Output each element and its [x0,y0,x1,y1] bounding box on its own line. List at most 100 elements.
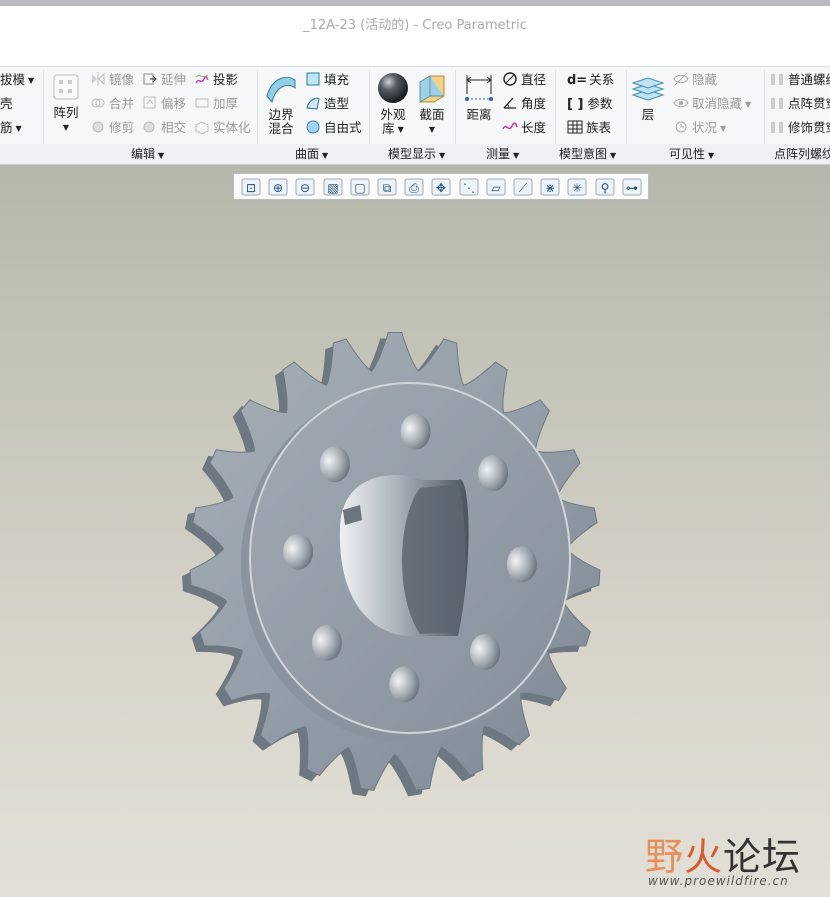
group-visibility[interactable]: 可见性 ▼ [669,146,714,162]
mirror-button[interactable]: 镜像 [90,70,134,90]
parameters-icon: [ ] [567,97,584,112]
ribbon-group-row: 编辑 ▼ 曲面 ▼ 模型显示 ▼ 测量 ▼ 模型意图 ▼ 可见性 ▼ 点阵列螺纹 [0,144,830,165]
project-icon [195,74,209,84]
svg-text:▢: ▢ [354,181,365,195]
svg-text:▱: ▱ [491,181,501,195]
status-button[interactable]: 状况 ▼ [673,118,726,138]
svg-text:▧: ▧ [327,181,338,195]
pattern-button[interactable]: 阵列 ▼ [48,72,84,135]
distance-icon [465,75,493,101]
view-manager-icon[interactable]: ⎙ [403,177,425,197]
saved-views-icon[interactable]: ⧉ [376,177,398,197]
angle-button[interactable]: 角度 [502,94,546,114]
unhide-button[interactable]: 取消隐藏 ▼ [673,94,751,114]
parameters-button[interactable]: [ ] 参数 [567,94,612,114]
diameter-icon [503,72,517,86]
bolt-hole [506,546,537,583]
annotation-display-icon[interactable]: ⊶ [621,177,643,197]
rib-button[interactable]: 筋 ▼ [0,118,22,138]
intersect-icon [143,121,155,133]
graphics-window[interactable] [0,165,830,897]
datum-planes-icon[interactable]: ▱ [485,177,507,197]
style-icon [306,97,320,110]
fill-icon [306,72,320,86]
extend-button[interactable]: 延伸 [142,70,186,90]
display-style-icon[interactable]: ▢ [349,177,371,197]
svg-text:⚲: ⚲ [600,181,609,195]
svg-text:⎙: ⎙ [409,181,419,195]
datum-display-filter-icon[interactable]: ⋱ [458,177,480,197]
datum-points-icon[interactable]: ⋇ [539,177,561,197]
intersect-button[interactable]: 相交 [142,118,186,138]
group-measure[interactable]: 测量 ▼ [486,146,519,162]
section-button[interactable]: 截面 ▼ [414,72,450,137]
zoom-in-icon[interactable]: ⊕ [267,177,289,197]
group-surface[interactable]: 曲面 ▼ [295,146,328,162]
pattern-through-thread-button[interactable]: 点阵贯穿 [769,94,830,114]
cosmetic-through-thread-button[interactable]: 修饰贯穿 [769,118,830,138]
bolt-hole [319,446,350,483]
diameter-button[interactable]: 直径 [502,70,546,90]
forum-watermark: 野火论坛 [645,835,802,879]
status-icon [675,121,687,133]
layers-icon [631,77,665,101]
project-button[interactable]: 投影 [194,70,238,90]
appearance-gallery-button[interactable]: 外观库 ▼ [373,72,413,137]
csys-display-icon[interactable]: ✳ [566,177,588,197]
thread-icon [771,74,783,85]
zoom-out-icon[interactable]: ⊖ [294,177,316,197]
family-table-button[interactable]: 族表 [567,118,611,138]
length-button[interactable]: 长度 [502,118,546,138]
angle-icon [503,97,516,109]
group-thread[interactable]: 点阵列螺纹 [774,146,830,162]
title-bar: _12A-23 (活动的) - Creo Parametric [0,6,830,66]
family-table-icon [567,120,583,134]
perspective-icon[interactable]: ✥ [430,177,452,197]
freestyle-button[interactable]: 自由式 [305,118,362,138]
offset-icon [143,96,156,109]
extend-icon [143,73,157,85]
group-model-display[interactable]: 模型显示 ▼ [388,146,445,162]
spin-center-icon[interactable]: ⚲ [594,177,616,197]
datum-axes-icon[interactable]: ⟋ [512,177,534,197]
length-icon [502,122,518,130]
offset-button[interactable]: 偏移 [142,94,186,114]
shell-button[interactable]: 壳 [0,94,13,114]
merge-button[interactable]: 合并 [90,94,134,114]
svg-text:⊖: ⊖ [300,181,310,195]
freestyle-icon [306,120,320,134]
svg-text:⋇: ⋇ [545,181,555,195]
distance-button[interactable]: 距离 [460,72,498,122]
svg-text:⧉: ⧉ [383,181,392,195]
trim-button[interactable]: 修剪 [90,118,134,138]
boundary-blend-button[interactable]: 边界 混合 [262,72,300,136]
svg-text:⟋: ⟋ [519,181,528,195]
bolt-hole [311,624,342,661]
window-title: _12A-23 (活动的) - Creo Parametric [303,18,527,33]
appearance-sphere-icon [378,73,408,103]
thicken-button[interactable]: 加厚 [194,94,238,114]
mirror-icon [92,72,105,86]
hide-button[interactable]: 隐藏 [673,70,717,90]
trim-icon [92,121,104,133]
bolt-hole [283,533,314,570]
forum-url: www.proewildfire.cn [648,874,789,888]
group-edit[interactable]: 编辑 ▼ [131,146,164,162]
pattern-icon [53,74,79,100]
solidify-button[interactable]: 实体化 [194,118,251,138]
draft-button[interactable]: 拔模 ▼ [0,70,34,90]
refit-icon[interactable]: ⊡ [240,177,262,197]
bolt-hole [478,455,509,492]
bolt-hole [470,633,501,670]
normal-thread-button[interactable]: 普通螺纹 [769,70,830,90]
repaint-icon[interactable]: ▧ [322,177,344,197]
style-button[interactable]: 造型 [305,94,349,114]
layers-button[interactable]: 层 [630,76,666,122]
fill-button[interactable]: 填充 [305,70,349,90]
svg-text:⊡: ⊡ [246,181,256,195]
group-model-intent[interactable]: 模型意图 ▼ [559,146,616,162]
relations-button[interactable]: d= 关系 [567,70,614,90]
merge-icon [91,98,105,108]
svg-text:⊶: ⊶ [626,181,638,195]
sprocket-model[interactable] [0,165,830,897]
